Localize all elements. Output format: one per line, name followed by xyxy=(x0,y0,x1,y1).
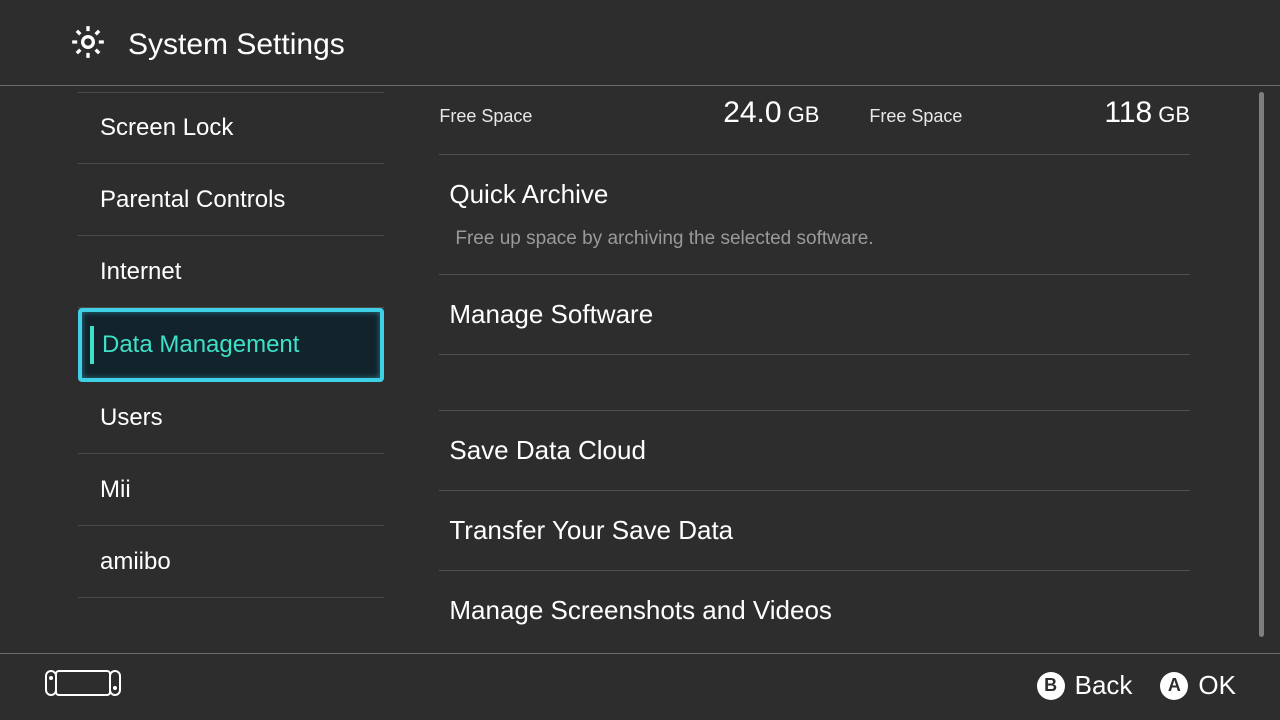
gear-icon xyxy=(68,22,108,67)
sidebar-item-mii[interactable]: Mii xyxy=(78,454,384,526)
item-save-data-cloud[interactable]: Save Data Cloud xyxy=(439,411,1190,491)
sidebar-item-label: Parental Controls xyxy=(100,186,285,214)
sidebar-item-label: Screen Lock xyxy=(100,114,233,142)
storage-label: Free Space xyxy=(439,106,664,127)
ok-label: OK xyxy=(1198,670,1236,701)
sidebar: Screen Lock Parental Controls Internet D… xyxy=(0,86,384,653)
ok-button[interactable]: A OK xyxy=(1160,670,1236,701)
sidebar-item-label: Internet xyxy=(100,258,181,286)
storage-unit: GB xyxy=(788,102,820,128)
storage-sd: Free Space 118 GB xyxy=(819,96,1190,130)
sidebar-item-label: Mii xyxy=(100,476,131,504)
sidebar-item-parental-controls[interactable]: Parental Controls xyxy=(78,164,384,236)
storage-label: Free Space xyxy=(869,106,1104,127)
storage-unit: GB xyxy=(1158,102,1190,128)
storage-row: Free Space 24.0 GB Free Space 118 GB xyxy=(439,86,1190,155)
storage-system: Free Space 24.0 GB xyxy=(439,96,819,130)
sidebar-item-screen-lock[interactable]: Screen Lock xyxy=(78,92,384,164)
item-title: Manage Software xyxy=(439,275,1190,354)
sidebar-item-data-management[interactable]: Data Management xyxy=(78,308,384,382)
scrollbar[interactable] xyxy=(1259,92,1264,637)
content: Free Space 24.0 GB Free Space 118 GB Qui… xyxy=(384,86,1280,653)
item-quick-archive[interactable]: Quick Archive Free up space by archiving… xyxy=(439,155,1190,275)
item-manage-screenshots[interactable]: Manage Screenshots and Videos xyxy=(439,571,1190,650)
sidebar-item-internet[interactable]: Internet xyxy=(78,236,384,308)
section-gap xyxy=(439,355,1190,411)
a-glyph-icon: A xyxy=(1160,672,1188,700)
item-title: Quick Archive xyxy=(439,155,1190,218)
header: System Settings xyxy=(0,0,1280,86)
b-glyph-icon: B xyxy=(1037,672,1065,700)
item-title: Save Data Cloud xyxy=(439,411,1190,490)
storage-value: 24.0 xyxy=(723,96,781,130)
back-label: Back xyxy=(1075,670,1133,701)
sidebar-item-users[interactable]: Users xyxy=(78,382,384,454)
back-button[interactable]: B Back xyxy=(1037,670,1133,701)
item-title: Manage Screenshots and Videos xyxy=(439,571,1190,650)
sidebar-item-label: amiibo xyxy=(100,548,171,576)
item-transfer-save-data[interactable]: Transfer Your Save Data xyxy=(439,491,1190,571)
sidebar-item-amiibo[interactable]: amiibo xyxy=(78,526,384,598)
item-subtitle: Free up space by archiving the selected … xyxy=(439,218,1190,274)
item-title: Transfer Your Save Data xyxy=(439,491,1190,570)
footer: B Back A OK xyxy=(0,653,1280,717)
page-title: System Settings xyxy=(128,28,345,62)
sidebar-item-label: Data Management xyxy=(102,331,299,359)
main: Screen Lock Parental Controls Internet D… xyxy=(0,86,1280,653)
controller-icon xyxy=(44,668,122,703)
storage-value: 118 xyxy=(1104,96,1152,130)
sidebar-item-label: Users xyxy=(100,404,163,432)
item-manage-software[interactable]: Manage Software xyxy=(439,275,1190,355)
